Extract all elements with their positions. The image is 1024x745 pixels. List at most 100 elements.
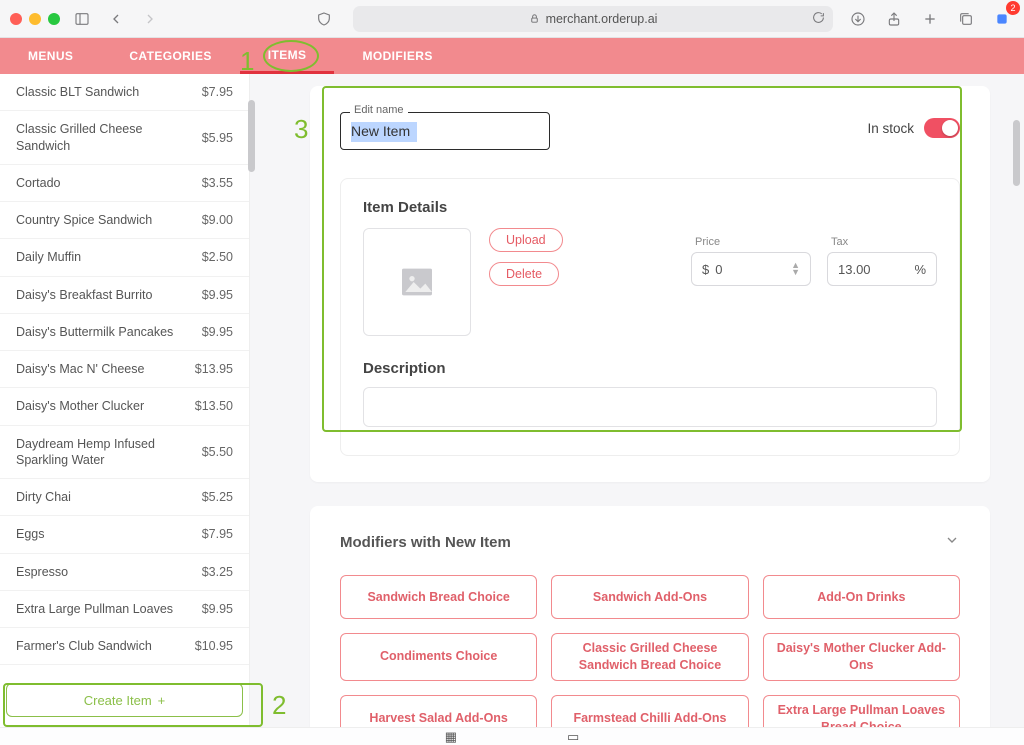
item-price: $9.95 [202, 602, 233, 616]
item-price: $5.95 [202, 131, 233, 145]
description-label: Description [363, 360, 937, 377]
list-item[interactable]: Classic Grilled Cheese Sandwich$5.95 [0, 111, 249, 165]
address-bar[interactable]: merchant.orderup.ai [353, 6, 833, 32]
item-price: $3.25 [202, 565, 233, 579]
grid-view-icon[interactable]: ▦ [445, 729, 457, 745]
edit-name-label: Edit name [350, 104, 408, 116]
tab-categories[interactable]: CATEGORIES [101, 38, 239, 74]
item-name: Daydream Hemp Infused Sparkling Water [16, 436, 202, 469]
window-controls [10, 13, 60, 25]
item-name: Daisy's Buttermilk Pancakes [16, 324, 202, 340]
list-item[interactable]: Eggs$7.95 [0, 516, 249, 553]
item-price: $10.95 [195, 639, 233, 653]
item-price: $7.95 [202, 85, 233, 99]
new-tab-icon[interactable] [918, 7, 942, 31]
lock-icon [529, 13, 540, 24]
item-name: Country Spice Sandwich [16, 212, 202, 228]
tab-menus[interactable]: MENUS [0, 38, 101, 74]
list-item[interactable]: Classic BLT Sandwich$7.95 [0, 74, 249, 111]
bottom-toolbar: ▦ ▭ [0, 727, 1024, 745]
item-price: $7.95 [202, 527, 233, 541]
forward-button[interactable] [138, 7, 162, 31]
modifier-chip[interactable]: Sandwich Bread Choice [340, 575, 537, 619]
upload-button[interactable]: Upload [489, 228, 563, 252]
list-item[interactable]: Farmer's Club Sandwich$10.95 [0, 628, 249, 665]
tabs-icon[interactable] [954, 7, 978, 31]
list-item[interactable]: Daisy's Mac N' Cheese$13.95 [0, 351, 249, 388]
edit-item-card: Edit name In stock Item Details Upload [310, 86, 990, 482]
sidebar-toggle-icon[interactable] [70, 7, 94, 31]
item-price: $9.95 [202, 288, 233, 302]
list-item[interactable]: Farmstead Chilli$11.95 [0, 665, 249, 673]
toolbar-right [846, 7, 1014, 31]
modifier-chip[interactable]: Extra Large Pullman Loaves Bread Choice [763, 695, 960, 727]
url-text: merchant.orderup.ai [546, 12, 658, 26]
in-stock-toggle[interactable] [924, 118, 960, 138]
price-field: Price $ 0 ▲▼ [691, 252, 811, 286]
item-name: Farmer's Club Sandwich [16, 638, 195, 654]
price-stepper[interactable]: ▲▼ [791, 262, 800, 276]
plus-icon: + [158, 693, 166, 708]
share-icon[interactable] [882, 7, 906, 31]
tab-items[interactable]: ITEMS [240, 38, 335, 74]
tax-label: Tax [831, 236, 848, 248]
browser-chrome: merchant.orderup.ai [0, 0, 1024, 38]
modifier-chip[interactable]: Daisy's Mother Clucker Add-Ons [763, 633, 960, 681]
modifier-chip[interactable]: Classic Grilled Cheese Sandwich Bread Ch… [551, 633, 748, 681]
main-content: Edit name In stock Item Details Upload [250, 74, 1024, 727]
list-item[interactable]: Daisy's Breakfast Burrito$9.95 [0, 277, 249, 314]
item-name: Cortado [16, 175, 202, 191]
item-name: Daisy's Mother Clucker [16, 398, 195, 414]
list-item[interactable]: Dirty Chai$5.25 [0, 479, 249, 516]
close-window[interactable] [10, 13, 22, 25]
create-item-button[interactable]: Create Item + [6, 683, 243, 717]
list-item[interactable]: Daily Muffin$2.50 [0, 239, 249, 276]
item-price: $9.00 [202, 213, 233, 227]
item-name: Eggs [16, 526, 202, 542]
price-input[interactable]: $ 0 ▲▼ [691, 252, 811, 286]
item-details-title: Item Details [363, 199, 937, 216]
extensions-icon[interactable] [990, 7, 1014, 31]
description-input[interactable] [363, 387, 937, 427]
item-name: Classic Grilled Cheese Sandwich [16, 121, 202, 154]
item-price: $2.50 [202, 250, 233, 264]
downloads-icon[interactable] [846, 7, 870, 31]
delete-button[interactable]: Delete [489, 262, 559, 286]
tax-input[interactable]: 13.00 % [827, 252, 937, 286]
top-nav: MENUS CATEGORIES ITEMS MODIFIERS [0, 38, 1024, 74]
tab-modifiers[interactable]: MODIFIERS [334, 38, 460, 74]
zoom-window[interactable] [48, 13, 60, 25]
reader-view-icon[interactable]: ▭ [567, 729, 579, 745]
list-item[interactable]: Country Spice Sandwich$9.00 [0, 202, 249, 239]
back-button[interactable] [104, 7, 128, 31]
in-stock-toggle-wrap: In stock [867, 118, 960, 138]
item-name: Daisy's Breakfast Burrito [16, 287, 202, 303]
list-item[interactable]: Cortado$3.55 [0, 165, 249, 202]
item-name: Espresso [16, 564, 202, 580]
modifier-chip[interactable]: Harvest Salad Add-Ons [340, 695, 537, 727]
list-item[interactable]: Daisy's Mother Clucker$13.50 [0, 388, 249, 425]
edit-name-input[interactable] [340, 112, 550, 150]
modifier-chip[interactable]: Add-On Drinks [763, 575, 960, 619]
reload-icon[interactable] [812, 11, 825, 27]
item-price: $13.95 [195, 362, 233, 376]
image-placeholder[interactable] [363, 228, 471, 336]
modifier-chip[interactable]: Farmstead Chilli Add-Ons [551, 695, 748, 727]
item-list[interactable]: Classic BLT Sandwich$7.95Classic Grilled… [0, 74, 249, 673]
modifier-chip[interactable]: Condiments Choice [340, 633, 537, 681]
modifiers-grid: Sandwich Bread Choice Sandwich Add-Ons Add… [340, 575, 960, 727]
list-item[interactable]: Extra Large Pullman Loaves$9.95 [0, 591, 249, 628]
chevron-down-icon[interactable] [944, 532, 960, 553]
item-name: Dirty Chai [16, 489, 202, 505]
percent-symbol: % [914, 262, 926, 277]
price-label: Price [695, 236, 720, 248]
minimize-window[interactable] [29, 13, 41, 25]
modifier-chip[interactable]: Sandwich Add-Ons [551, 575, 748, 619]
list-item[interactable]: Espresso$3.25 [0, 554, 249, 591]
item-price: $5.50 [202, 445, 233, 459]
create-item-label: Create Item [84, 693, 152, 708]
list-item[interactable]: Daisy's Buttermilk Pancakes$9.95 [0, 314, 249, 351]
modifiers-title: Modifiers with New Item [340, 534, 511, 551]
list-item[interactable]: Daydream Hemp Infused Sparkling Water$5.… [0, 426, 249, 480]
privacy-shield-icon[interactable] [312, 7, 336, 31]
